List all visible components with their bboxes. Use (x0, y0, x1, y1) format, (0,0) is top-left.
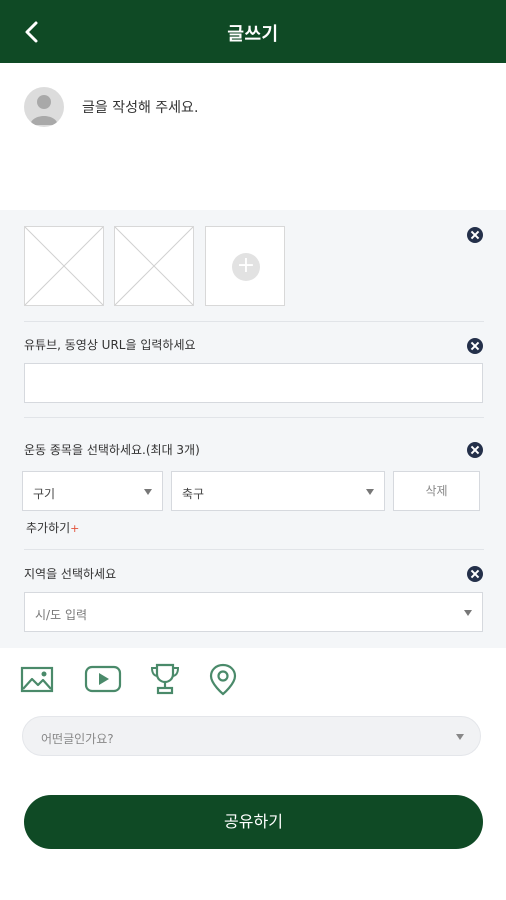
location-pin-icon[interactable] (206, 662, 240, 696)
user-silhouette-icon (30, 95, 58, 125)
caret-down-icon (366, 489, 374, 495)
caret-down-icon (144, 489, 152, 495)
add-sport-label: 추가하기 (26, 521, 71, 535)
placeholder-image-icon (25, 227, 103, 305)
region-label: 지역을 선택하세요 (24, 567, 117, 581)
sport-type-select[interactable]: 축구 (171, 471, 385, 511)
divider (24, 321, 484, 322)
add-image-button[interactable]: + (205, 226, 285, 306)
plus-icon: + (232, 253, 260, 281)
add-sport-link[interactable]: 추가하기+ (26, 519, 79, 536)
plus-icon: + (70, 522, 80, 535)
sport-category-select[interactable]: 구기 (22, 471, 163, 511)
youtube-icon[interactable] (84, 662, 122, 696)
placeholder-image-icon (115, 227, 193, 305)
divider (24, 549, 484, 550)
video-url-label: 유튜브, 동영상 URL을 입력하세요 (24, 338, 196, 352)
app-header: 글쓰기 (0, 0, 506, 63)
delete-sport-button[interactable]: 삭제 (393, 471, 480, 511)
image-icon[interactable] (20, 662, 54, 696)
close-media-icon[interactable] (467, 227, 483, 243)
divider (24, 417, 484, 418)
post-composer[interactable]: 글을 작성해 주세요. (0, 63, 506, 210)
sport-category-value: 구기 (33, 487, 56, 501)
trophy-icon[interactable] (148, 662, 182, 696)
options-panel: + 유튜브, 동영상 URL을 입력하세요 운동 종목을 선택하세요.(최대 3… (0, 210, 506, 648)
sport-type-value: 축구 (182, 487, 205, 501)
close-video-icon[interactable] (467, 338, 483, 354)
close-region-icon[interactable] (467, 566, 483, 582)
page-title: 글쓰기 (227, 24, 279, 45)
region-placeholder: 시/도 입력 (35, 608, 88, 622)
post-category-placeholder: 어떤글인가요? (41, 732, 114, 746)
share-button[interactable]: 공유하기 (24, 795, 483, 849)
sports-label: 운동 종목을 선택하세요.(최대 3개) (24, 443, 200, 457)
caret-down-icon (456, 734, 464, 740)
video-url-input[interactable] (24, 363, 483, 403)
post-category-select[interactable]: 어떤글인가요? (22, 716, 481, 756)
post-text-placeholder[interactable]: 글을 작성해 주세요. (82, 97, 198, 117)
image-thumbnail[interactable] (114, 226, 194, 306)
avatar (24, 87, 64, 127)
caret-down-icon (464, 610, 472, 616)
image-thumbnail[interactable] (24, 226, 104, 306)
region-select[interactable]: 시/도 입력 (24, 592, 483, 632)
close-sports-icon[interactable] (467, 442, 483, 458)
